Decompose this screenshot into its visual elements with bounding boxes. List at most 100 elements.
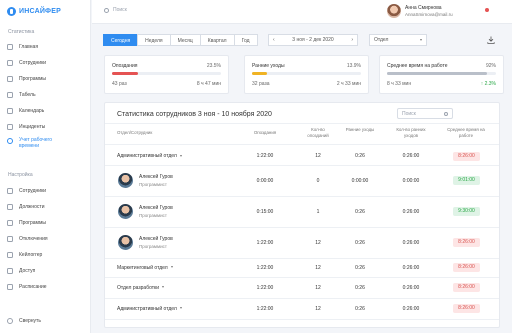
cell-early: 0:26 [355, 284, 365, 291]
sidebar-setting-position[interactable]: Должности [7, 201, 87, 213]
sidebar-setting-users[interactable]: Сотрудники [7, 185, 87, 197]
user-menu[interactable]: Анна Смирнова AnnaSmirnova@mail.ru [387, 4, 453, 18]
stat-card: Ранние уходы 13.9% 32 раза 2 ч 33 мин [244, 55, 369, 94]
sidebar-item-apps[interactable]: Программы [7, 73, 87, 85]
off-icon [7, 236, 13, 242]
col-header-late[interactable]: Опоздания [245, 130, 285, 136]
panel-title: Статистика сотрудников 3 ноя - 10 ноября… [117, 111, 272, 118]
stat-card-percent: 13.9% [346, 63, 361, 69]
department-name: Административный отдел [117, 153, 182, 159]
sidebar-item-home[interactable]: Главная [7, 41, 87, 53]
chevron-down-icon[interactable] [162, 286, 165, 289]
sidebar-item-clock[interactable]: Учет рабочего времени [7, 137, 87, 153]
employee-name[interactable]: Алексей Гуров [139, 174, 173, 180]
sidebar-setting-schedule[interactable]: Расписание [7, 281, 87, 293]
avg-time-badge: 8:26:00 [453, 263, 480, 272]
next-arrow-icon[interactable]: › [351, 37, 353, 43]
incident-icon [7, 124, 13, 130]
divider [105, 144, 499, 145]
col-header-avg[interactable]: Среднее время на работе [443, 127, 489, 138]
prev-arrow-icon[interactable]: ‹ [273, 37, 275, 43]
tab-period-4[interactable]: Год [233, 34, 258, 46]
global-search-input[interactable]: Поиск [113, 7, 127, 13]
cell-late: 1:22:00 [256, 239, 274, 246]
divider [105, 277, 499, 278]
col-header-early-count[interactable]: Кол-во ранних уходов [389, 127, 433, 138]
cell-early-count: 0:26:00 [402, 305, 420, 312]
department-name-text: Административный отдел [117, 153, 177, 159]
stat-card-percent: 92% [485, 63, 496, 69]
clock-icon [7, 138, 13, 144]
chevron-down-icon[interactable] [179, 154, 182, 157]
cell-late: 1:22:00 [256, 153, 274, 159]
sidebar-item-label: Сотрудники [19, 60, 47, 66]
divider [105, 123, 499, 124]
sidebar-item-users[interactable]: Сотрудники [7, 57, 87, 69]
cell-early-count: 0:26:00 [402, 284, 420, 291]
divider [105, 165, 499, 166]
cell-early: 0:26 [355, 264, 365, 271]
divider [105, 319, 499, 320]
sidebar-item-calendar[interactable]: Календарь [7, 105, 87, 117]
global-search[interactable]: Поиск [104, 7, 127, 13]
chevron-down-icon [420, 39, 422, 41]
download-icon[interactable] [487, 36, 495, 44]
avg-time-badge: 9:30:00 [453, 207, 480, 216]
users-icon [7, 60, 13, 66]
logo-text: ИНСАЙФЕР [19, 8, 61, 15]
tab-period-0[interactable]: Сегодня [103, 34, 139, 46]
department-select[interactable]: Отдел [369, 34, 427, 46]
employee-name[interactable]: Алексей Гуров [139, 205, 173, 211]
cell-late: 0:15:00 [256, 208, 274, 215]
chevron-down-icon[interactable] [170, 266, 173, 269]
keyboard-icon [7, 252, 13, 258]
col-header-employee[interactable]: Отдел/Сотрудник [117, 130, 152, 136]
sidebar-setting-apps[interactable]: Программы [7, 217, 87, 229]
stat-card-duration: 8 ч 47 мин [196, 81, 221, 87]
cell-early: 0:26 [355, 305, 365, 312]
sidebar-item-timesheet[interactable]: Табель [7, 89, 87, 101]
sidebar-setting-keyboard[interactable]: Кейлоггер [7, 249, 87, 261]
date-range-picker[interactable]: ‹ 3 ноя - 2 дек 2020 › [268, 34, 358, 46]
date-range-label: 3 ноя - 2 дек 2020 [292, 37, 334, 43]
col-header-early[interactable]: Ранние уходы [345, 127, 375, 133]
cell-late: 1:22:00 [256, 284, 274, 291]
stat-card-percent: 23.5% [206, 63, 221, 69]
sidebar-item-incident[interactable]: Инциденты [7, 121, 87, 133]
logo-icon [7, 7, 16, 16]
cell-late: 0:00:00 [256, 177, 274, 184]
cell-late-count: 12 [315, 264, 321, 271]
search-icon [444, 112, 448, 116]
stat-card-title: Ранние уходы [252, 63, 285, 69]
collapse-button[interactable]: Свернуть [7, 318, 41, 324]
sidebar-setting-lock[interactable]: Доступ [7, 265, 87, 277]
avg-time-badge: 8:26:00 [453, 238, 480, 247]
sidebar-item-label: Табель [19, 92, 36, 98]
col-header-late-count[interactable]: Кол-во опозданий [302, 127, 334, 138]
employee-name[interactable]: Алексей Гуров [139, 236, 173, 242]
progress-fill [252, 72, 268, 75]
sidebar-setting-off[interactable]: Отключения [7, 233, 87, 245]
avatar [118, 204, 133, 219]
tab-period-2[interactable]: Месяц [169, 34, 201, 46]
cell-early-count: 0:26:00 [402, 153, 420, 159]
table-search-input[interactable]: Поиск [397, 108, 453, 119]
chevron-down-icon[interactable] [179, 307, 182, 310]
tab-period-3[interactable]: Квартал [199, 34, 235, 46]
position-icon [7, 204, 13, 210]
sidebar-item-label: Расписание [19, 284, 47, 290]
cell-early: 0:26 [355, 239, 365, 246]
avg-time-badge: 8:26:00 [453, 283, 480, 292]
sidebar-item-label: Отключения [19, 236, 48, 242]
sidebar: ИНСАЙФЕР Статистика Главная Сотрудники Про… [0, 0, 91, 333]
notification-dot-icon[interactable] [485, 8, 489, 12]
tab-period-1[interactable]: Неделя [137, 34, 171, 46]
user-name: Анна Смирнова [405, 5, 442, 11]
logo[interactable]: ИНСАЙФЕР [7, 7, 61, 16]
employee-stats-panel: Статистика сотрудников 3 ноя - 10 ноября… [104, 102, 500, 328]
sidebar-item-label: Учет рабочего времени [19, 137, 53, 149]
avatar [118, 173, 133, 188]
avatar [118, 235, 133, 250]
stat-card-title: Среднее время на работе [387, 63, 448, 69]
lock-icon [7, 268, 13, 274]
